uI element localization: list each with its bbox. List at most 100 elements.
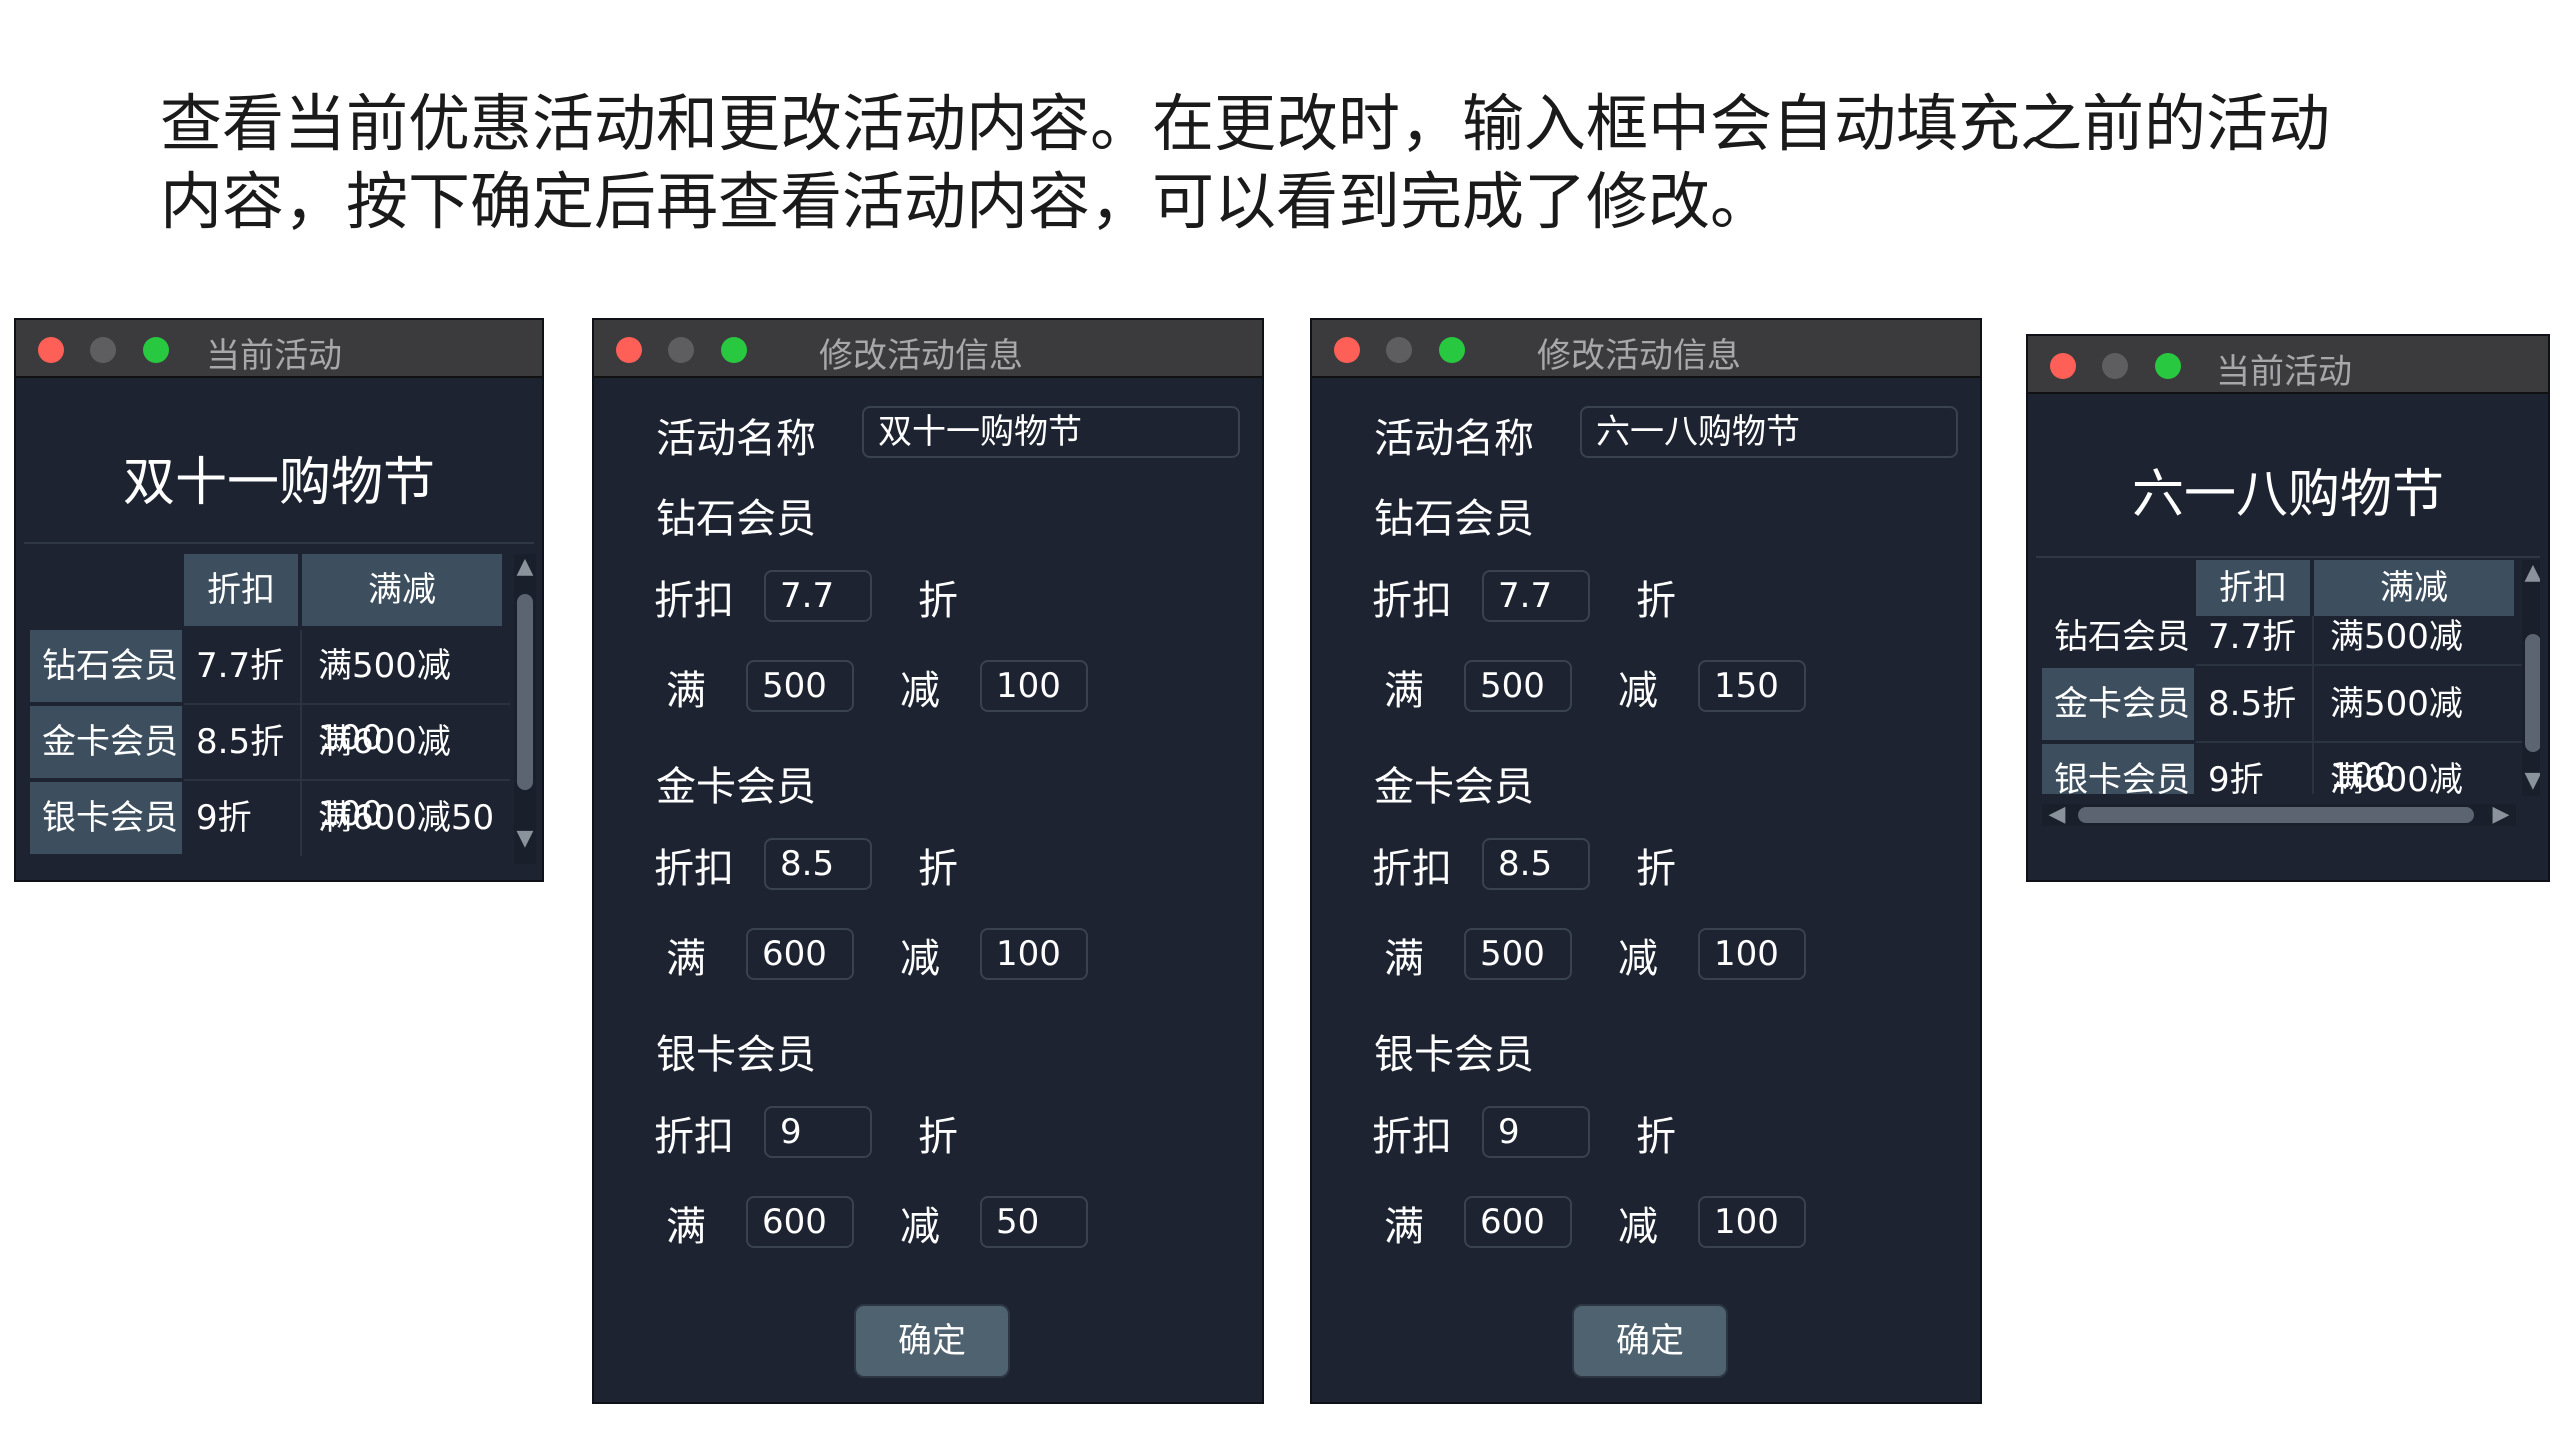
table-cell-reduction[interactable]: 满500减150 — [2318, 612, 2518, 662]
full-amount-input[interactable]: 600 — [1464, 1196, 1572, 1248]
full-amount-input[interactable]: 600 — [746, 1196, 854, 1248]
close-button[interactable] — [2050, 353, 2076, 379]
minimize-button[interactable] — [1386, 337, 1412, 363]
activity-table[interactable]: 折扣 满减 钻石会员 7.7折 满500减100 金卡会员 8.5折 满600减… — [24, 542, 536, 874]
table-cell-partial: 钻石会员 — [2042, 612, 2192, 662]
zoom-button[interactable] — [1439, 337, 1465, 363]
activity-name: 六一八购物节 — [2131, 465, 2444, 525]
discount-label: 折扣 — [1372, 578, 1452, 624]
row-header[interactable]: 钻石会员 — [2054, 617, 2190, 657]
scroll-right-arrow-icon[interactable]: ▶ — [2490, 802, 2512, 827]
scrollbar-thumb[interactable] — [517, 594, 533, 790]
current-activity-window-after: 当前活动 六一八购物节 钻石会员 7.7折 满500减150 折扣 满减 金卡会… — [2026, 334, 2550, 882]
table-cell-discount[interactable]: 8.5折 — [2196, 668, 2310, 740]
row-divider — [2196, 664, 2522, 666]
minimize-button[interactable] — [2102, 353, 2128, 379]
horizontal-scrollbar[interactable]: ◀ ▶ — [2042, 802, 2516, 827]
title-bar[interactable]: 当前活动 — [2028, 336, 2548, 394]
discount-input[interactable]: 8.5 — [1482, 838, 1590, 890]
row-header[interactable]: 银卡会员 — [2042, 744, 2194, 794]
level-title: 钻石会员 — [1374, 496, 1534, 542]
table-cell-discount[interactable]: 7.7折 — [2196, 612, 2306, 662]
scroll-up-arrow-icon[interactable]: ▲ — [2522, 560, 2540, 585]
scroll-left-arrow-icon[interactable]: ◀ — [2046, 802, 2068, 827]
zoom-button[interactable] — [143, 337, 169, 363]
discount-unit: 折 — [918, 1114, 958, 1160]
discount-unit: 折 — [918, 846, 958, 892]
discount-input[interactable]: 9 — [1482, 1106, 1590, 1158]
minus-amount-input[interactable]: 50 — [980, 1196, 1088, 1248]
activity-name-input[interactable]: 双十一购物节 — [862, 406, 1240, 458]
title-bar[interactable]: 修改活动信息 — [1312, 320, 1980, 378]
close-button[interactable] — [38, 337, 64, 363]
activity-name-input[interactable]: 六一八购物节 — [1580, 406, 1958, 458]
row-header[interactable]: 金卡会员 — [30, 706, 182, 778]
row-header[interactable]: 钻石会员 — [30, 630, 182, 702]
vertical-scrollbar[interactable]: ▲ ▼ — [2522, 560, 2540, 796]
confirm-button[interactable]: 确定 — [1572, 1304, 1728, 1378]
table-cell-reduction[interactable]: 满600减50 — [306, 782, 506, 854]
minus-amount-input[interactable]: 100 — [980, 660, 1088, 712]
scroll-down-arrow-icon[interactable]: ▼ — [514, 826, 536, 851]
column-header-reduction[interactable]: 满减 — [2314, 560, 2514, 616]
discount-input[interactable]: 7.7 — [764, 570, 872, 622]
table-cell-discount[interactable]: 9折 — [184, 782, 298, 854]
full-amount-input[interactable]: 500 — [746, 660, 854, 712]
caption: 查看当前优惠活动和更改活动内容。在更改时，输入框中会自动填充之前的活动 内容，按… — [160, 85, 2460, 241]
table-cell-reduction[interactable]: 满600减100 — [2318, 744, 2518, 794]
activity-table[interactable]: 钻石会员 7.7折 满500减150 折扣 满减 金卡会员 8.5折 满500减… — [2036, 556, 2540, 878]
full-amount-input[interactable]: 500 — [1464, 660, 1572, 712]
zoom-button[interactable] — [721, 337, 747, 363]
close-button[interactable] — [1334, 337, 1360, 363]
scrollbar-thumb[interactable] — [2078, 807, 2474, 823]
minimize-button[interactable] — [90, 337, 116, 363]
full-label: 满 — [1384, 936, 1424, 982]
table-cell-discount[interactable]: 7.7折 — [184, 630, 298, 702]
minus-amount-input[interactable]: 100 — [980, 928, 1088, 980]
full-amount-input[interactable]: 600 — [746, 928, 854, 980]
discount-unit: 折 — [1636, 846, 1676, 892]
minus-amount-input[interactable]: 100 — [1698, 1196, 1806, 1248]
full-label: 满 — [666, 668, 706, 714]
full-amount-input[interactable]: 500 — [1464, 928, 1572, 980]
caption-line-1: 查看当前优惠活动和更改活动内容。在更改时，输入框中会自动填充之前的活动 — [160, 87, 2331, 160]
column-divider — [2312, 616, 2314, 794]
minus-amount-input[interactable]: 150 — [1698, 660, 1806, 712]
minimize-button[interactable] — [668, 337, 694, 363]
row-header[interactable]: 金卡会员 — [2042, 668, 2194, 740]
title-bar[interactable]: 当前活动 — [16, 320, 542, 378]
window-title: 当前活动 — [2216, 352, 2352, 392]
minus-label: 减 — [1618, 936, 1658, 982]
minus-amount-input[interactable]: 100 — [1698, 928, 1806, 980]
scroll-up-arrow-icon[interactable]: ▲ — [514, 554, 536, 579]
discount-input[interactable]: 7.7 — [1482, 570, 1590, 622]
discount-label: 折扣 — [654, 846, 734, 892]
vertical-scrollbar[interactable]: ▲ ▼ — [514, 554, 536, 864]
row-header[interactable]: 银卡会员 — [30, 782, 182, 854]
level-title: 金卡会员 — [1374, 764, 1534, 810]
discount-input[interactable]: 9 — [764, 1106, 872, 1158]
current-activity-window-before: 当前活动 双十一购物节 折扣 满减 钻石会员 7.7折 满500减100 金卡会… — [14, 318, 544, 882]
discount-input[interactable]: 8.5 — [764, 838, 872, 890]
column-header-discount[interactable]: 折扣 — [2196, 560, 2310, 616]
discount-label: 折扣 — [1372, 1114, 1452, 1160]
table-cell-discount[interactable]: 8.5折 — [184, 706, 298, 778]
minus-label: 减 — [900, 936, 940, 982]
row-divider — [2196, 741, 2522, 743]
discount-unit: 折 — [1636, 578, 1676, 624]
close-button[interactable] — [616, 337, 642, 363]
table-cell-discount[interactable]: 9折 — [2196, 744, 2310, 794]
confirm-button[interactable]: 确定 — [854, 1304, 1010, 1378]
title-bar[interactable]: 修改活动信息 — [594, 320, 1262, 378]
minus-label: 减 — [900, 668, 940, 714]
scrollbar-thumb[interactable] — [2525, 634, 2540, 752]
zoom-button[interactable] — [2155, 353, 2181, 379]
column-header-reduction[interactable]: 满减 — [302, 554, 502, 626]
scroll-down-arrow-icon[interactable]: ▼ — [2522, 768, 2540, 793]
row-divider — [184, 779, 510, 781]
level-title: 金卡会员 — [656, 764, 816, 810]
discount-unit: 折 — [1636, 1114, 1676, 1160]
minus-label: 减 — [1618, 1204, 1658, 1250]
column-header-discount[interactable]: 折扣 — [184, 554, 298, 626]
minus-label: 减 — [1618, 668, 1658, 714]
